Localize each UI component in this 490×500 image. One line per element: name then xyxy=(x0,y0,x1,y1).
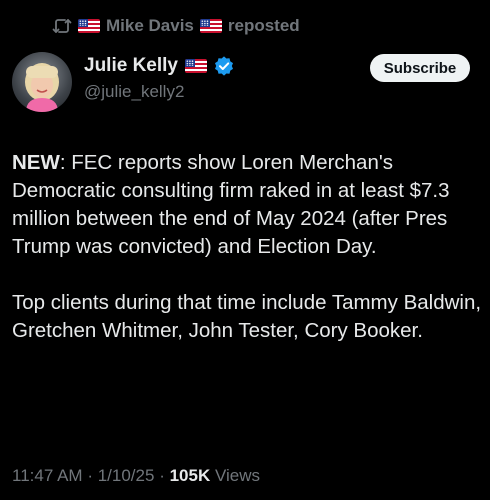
meta-separator: · xyxy=(159,466,165,485)
reposted-label: reposted xyxy=(227,16,300,35)
us-flag-icon xyxy=(185,59,207,73)
tweet-paragraph-2: Top clients during that time include Tam… xyxy=(12,291,482,342)
avatar[interactable] xyxy=(12,52,72,112)
tweet-lead: NEW xyxy=(12,151,60,174)
author-name-row: Julie Kelly xyxy=(84,55,234,77)
tweet-text: NEW: FEC reports show Loren Merchan's De… xyxy=(12,149,484,345)
subscribe-button[interactable]: Subscribe xyxy=(370,54,470,82)
us-flag-icon xyxy=(78,19,100,33)
reposter-name[interactable]: Mike Davis xyxy=(106,16,194,36)
tweet-metadata: 11:47 AM · 1/10/25 · 105K Views xyxy=(12,466,260,486)
tweet-date[interactable]: 1/10/25 xyxy=(98,466,155,485)
repost-icon xyxy=(52,17,72,35)
tweet-paragraph-1-text: : FEC reports show Loren Merchan's Democ… xyxy=(12,151,450,258)
tweet-time[interactable]: 11:47 AM xyxy=(12,466,83,485)
views-label: Views xyxy=(214,466,261,485)
tweet-paragraph-1: NEW: FEC reports show Loren Merchan's De… xyxy=(12,149,484,261)
verified-badge-icon[interactable] xyxy=(214,56,234,76)
views-count[interactable]: 105K xyxy=(170,466,211,485)
repost-indicator[interactable]: Mike Davis reposted xyxy=(52,14,300,38)
us-flag-icon xyxy=(199,19,222,33)
meta-separator: · xyxy=(87,466,93,485)
author-handle[interactable]: @julie_kelly2 xyxy=(84,82,184,102)
author-name[interactable]: Julie Kelly xyxy=(84,55,178,77)
